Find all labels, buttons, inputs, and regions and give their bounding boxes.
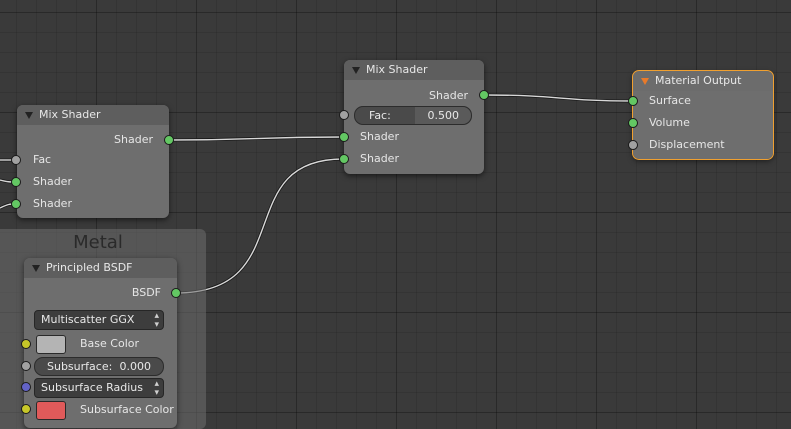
distribution-value: Multiscatter GGX xyxy=(41,313,135,326)
socket-shader-input[interactable] xyxy=(11,199,21,209)
input-label-surface: Surface xyxy=(649,94,691,107)
distribution-dropdown[interactable]: Multiscatter GGX ▴ ▾ xyxy=(34,310,164,330)
base-color-swatch[interactable] xyxy=(36,335,66,354)
socket-shader-output[interactable] xyxy=(164,135,174,145)
socket-volume-input[interactable] xyxy=(628,118,638,128)
subsurface-radius-dropdown[interactable]: Subsurface Radius ▴ ▾ xyxy=(34,378,164,398)
socket-fac-input[interactable] xyxy=(11,155,21,165)
output-label: Shader xyxy=(429,89,468,102)
collapse-triangle-icon[interactable] xyxy=(25,111,33,119)
socket-subsurface-input[interactable] xyxy=(21,361,31,371)
node-title: Mix Shader xyxy=(39,108,101,121)
socket-shader-input[interactable] xyxy=(339,154,349,164)
socket-base-color-input[interactable] xyxy=(21,339,31,349)
material-output-node[interactable]: Material Output Surface Volume Displacem… xyxy=(632,70,774,160)
socket-fac-input[interactable] xyxy=(339,110,349,120)
input-label-volume: Volume xyxy=(649,116,690,129)
input-label-fac: Fac xyxy=(33,153,52,166)
fac-value: 0.500 xyxy=(427,109,460,122)
input-label-shader-2: Shader xyxy=(360,152,399,165)
socket-shader-output[interactable] xyxy=(479,90,489,100)
socket-surface-input[interactable] xyxy=(628,96,638,106)
subsurface-radius-label: Subsurface Radius xyxy=(41,381,143,394)
mix-shader-node-center[interactable]: Mix Shader Shader Fac: 0.500 Shader Shad… xyxy=(344,60,484,174)
collapse-triangle-icon[interactable] xyxy=(32,264,40,272)
input-label-shader-1: Shader xyxy=(360,130,399,143)
output-label: BSDF xyxy=(131,286,161,299)
subsurface-label: Subsurface: xyxy=(47,360,113,373)
input-label-shader-2: Shader xyxy=(33,197,72,210)
socket-displacement-input[interactable] xyxy=(628,140,638,150)
subsurface-color-swatch[interactable] xyxy=(36,401,66,420)
fac-label: Fac: xyxy=(369,109,391,122)
subsurface-slider[interactable]: Subsurface: 0.000 xyxy=(34,357,164,376)
fac-slider[interactable]: Fac: 0.500 xyxy=(354,106,472,125)
subsurface-color-label: Subsurface Color xyxy=(80,403,174,416)
collapse-triangle-icon[interactable] xyxy=(352,66,360,74)
input-label-displacement: Displacement xyxy=(649,138,725,151)
socket-shader-input[interactable] xyxy=(11,177,21,187)
node-header[interactable]: Principled BSDF xyxy=(24,258,177,278)
node-header[interactable]: Mix Shader xyxy=(17,105,169,125)
node-title: Mix Shader xyxy=(366,63,428,76)
frame-label: Metal xyxy=(73,232,123,253)
updown-arrows-icon: ▴ ▾ xyxy=(154,379,159,398)
link-mix-to-surface xyxy=(483,94,634,102)
node-title: Material Output xyxy=(655,74,742,87)
node-header[interactable]: Mix Shader xyxy=(344,60,484,80)
socket-shader-input[interactable] xyxy=(339,132,349,142)
node-header[interactable]: Material Output xyxy=(633,71,773,91)
base-color-label: Base Color xyxy=(80,337,140,350)
input-label-shader-1: Shader xyxy=(33,175,72,188)
socket-subsurface-radius-input[interactable] xyxy=(21,382,31,392)
collapse-triangle-icon[interactable] xyxy=(641,77,649,85)
updown-arrows-icon: ▴ ▾ xyxy=(154,311,159,330)
output-label: Shader xyxy=(114,133,153,146)
node-title: Principled BSDF xyxy=(46,261,133,274)
principled-bsdf-node[interactable]: Principled BSDF BSDF Multiscatter GGX ▴ ▾… xyxy=(24,258,177,428)
mix-shader-node-left[interactable]: Mix Shader Shader Fac Shader Shader xyxy=(17,105,169,218)
subsurface-value: 0.000 xyxy=(119,360,152,373)
socket-bsdf-output[interactable] xyxy=(171,288,181,298)
